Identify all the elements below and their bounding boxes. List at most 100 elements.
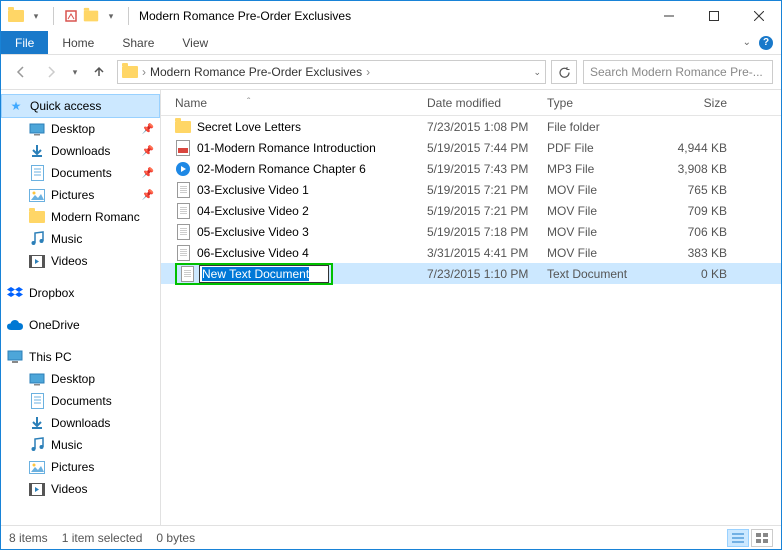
nav-dropbox[interactable]: Dropbox	[1, 282, 160, 304]
view-large-button[interactable]	[751, 529, 773, 547]
sidebar-item[interactable]: Downloads📌	[1, 140, 160, 162]
file-date: 5/19/2015 7:21 PM	[421, 204, 541, 218]
file-row[interactable]: 03-Exclusive Video 1 5/19/2015 7:21 PMMOV…	[161, 179, 781, 200]
file-type: Text Document	[541, 267, 661, 281]
file-row[interactable]: 01-Modern Romance Introduction5/19/2015 …	[161, 137, 781, 158]
file-row[interactable]: New Text Document 7/23/2015 1:10 PMText D…	[161, 263, 781, 284]
navbar: ▾ › Modern Romance Pre-Order Exclusives …	[1, 55, 781, 89]
file-tab[interactable]: File	[1, 31, 48, 54]
breadcrumb-sep[interactable]: ›	[142, 65, 146, 79]
pdf-icon	[175, 140, 191, 156]
file-name: 06-Exclusive Video 4	[197, 246, 309, 260]
nav-onedrive[interactable]: OneDrive	[1, 314, 160, 336]
file-row[interactable]: 05-Exclusive Video 35/19/2015 7:18 PMMOV…	[161, 221, 781, 242]
nav-this-pc[interactable]: This PC	[1, 346, 160, 368]
pin-icon: 📌	[142, 124, 154, 135]
new-folder-icon[interactable]	[82, 7, 100, 25]
close-button[interactable]	[736, 2, 781, 30]
status-bar: 8 items 1 item selected 0 bytes	[1, 525, 781, 549]
file-date: 5/19/2015 7:18 PM	[421, 225, 541, 239]
help-icon[interactable]: ?	[759, 36, 773, 50]
tab-view[interactable]: View	[168, 31, 222, 54]
file-row[interactable]: 04-Exclusive Video 25/19/2015 7:21 PMMOV…	[161, 200, 781, 221]
music-icon	[29, 231, 45, 247]
tab-share[interactable]: Share	[108, 31, 168, 54]
column-date[interactable]: Date modified	[421, 96, 541, 110]
sidebar-item[interactable]: Music	[1, 228, 160, 250]
file-type: MOV File	[541, 204, 661, 218]
file-name: 03-Exclusive Video 1	[197, 183, 309, 197]
videos-icon	[29, 481, 45, 497]
minimize-button[interactable]	[646, 2, 691, 30]
file-size: 383 KB	[661, 246, 733, 260]
sidebar-item[interactable]: Documents	[1, 390, 160, 412]
maximize-button[interactable]	[691, 2, 736, 30]
star-icon: ★	[8, 98, 24, 114]
view-details-button[interactable]	[727, 529, 749, 547]
sidebar-item[interactable]: Documents📌	[1, 162, 160, 184]
column-type[interactable]: Type	[541, 96, 661, 110]
file-row[interactable]: 02-Modern Romance Chapter 6 5/19/2015 7:4…	[161, 158, 781, 179]
sidebar-item[interactable]: Pictures	[1, 456, 160, 478]
window-title: Modern Romance Pre-Order Exclusives	[139, 9, 351, 23]
sidebar-item[interactable]: Modern Romanc	[1, 206, 160, 228]
sidebar-item[interactable]: Videos	[1, 250, 160, 272]
status-size: 0 bytes	[156, 531, 195, 545]
desktop-icon	[29, 371, 45, 387]
pin-icon: 📌	[142, 168, 154, 179]
ribbon-expand[interactable]: ⌄	[743, 37, 751, 48]
sidebar-item[interactable]: Music	[1, 434, 160, 456]
file-size: 0 KB	[661, 267, 733, 281]
file-name: Secret Love Letters	[197, 120, 301, 134]
up-button[interactable]	[87, 60, 111, 84]
file-date: 5/19/2015 7:21 PM	[421, 183, 541, 197]
file-date: 7/23/2015 1:10 PM	[421, 267, 541, 281]
properties-icon[interactable]	[62, 7, 80, 25]
mov-icon	[175, 224, 191, 240]
file-type: MOV File	[541, 246, 661, 260]
file-name: 05-Exclusive Video 3	[197, 225, 309, 239]
column-size[interactable]: Size	[661, 96, 733, 110]
sidebar-item[interactable]: Downloads	[1, 412, 160, 434]
tab-home[interactable]: Home	[48, 31, 108, 54]
documents-icon	[29, 393, 45, 409]
search-input[interactable]: Search Modern Romance Pre-...	[583, 60, 773, 84]
column-name[interactable]: Nameˆ	[169, 96, 421, 110]
refresh-button[interactable]	[551, 60, 577, 84]
recent-dropdown[interactable]: ▾	[69, 60, 81, 84]
folder-icon	[29, 209, 45, 225]
dropbox-icon	[7, 285, 23, 301]
sidebar-item[interactable]: Desktop	[1, 368, 160, 390]
file-row[interactable]: 06-Exclusive Video 43/31/2015 4:41 PMMOV…	[161, 242, 781, 263]
app-icon	[7, 7, 25, 25]
mov-icon	[175, 203, 191, 219]
status-count: 8 items	[9, 531, 48, 545]
address-dropdown[interactable]: ⌄	[533, 67, 541, 78]
sidebar-item[interactable]: Pictures📌	[1, 184, 160, 206]
sort-icon: ˆ	[247, 97, 250, 108]
qat-customize[interactable]: ▾	[102, 7, 120, 25]
column-headers: Nameˆ Date modified Type Size	[161, 90, 781, 116]
file-row[interactable]: Secret Love Letters7/23/2015 1:08 PMFile…	[161, 116, 781, 137]
pictures-icon	[29, 187, 45, 203]
rename-input[interactable]: New Text Document	[199, 265, 329, 283]
file-type: MOV File	[541, 183, 661, 197]
file-name: 02-Modern Romance Chapter 6	[197, 162, 366, 176]
file-size: 3,908 KB	[661, 162, 733, 176]
file-date: 5/19/2015 7:43 PM	[421, 162, 541, 176]
qat-dropdown[interactable]: ▾	[27, 7, 45, 25]
downloads-icon	[29, 415, 45, 431]
sidebar-item[interactable]: Desktop📌	[1, 118, 160, 140]
address-bar[interactable]: › Modern Romance Pre-Order Exclusives › …	[117, 60, 546, 84]
nav-quick-access[interactable]: ★ Quick access	[1, 94, 160, 118]
file-list: Secret Love Letters7/23/2015 1:08 PMFile…	[161, 116, 781, 525]
navigation-pane: ★ Quick access Desktop📌Downloads📌Documen…	[1, 90, 161, 525]
forward-button[interactable]	[39, 60, 63, 84]
breadcrumb[interactable]: Modern Romance Pre-Order Exclusives	[150, 65, 362, 79]
downloads-icon	[29, 143, 45, 159]
file-size: 4,944 KB	[661, 141, 733, 155]
back-button[interactable]	[9, 60, 33, 84]
sidebar-item[interactable]: Videos	[1, 478, 160, 500]
txt-icon	[179, 266, 195, 282]
breadcrumb-sep[interactable]: ›	[366, 65, 370, 79]
